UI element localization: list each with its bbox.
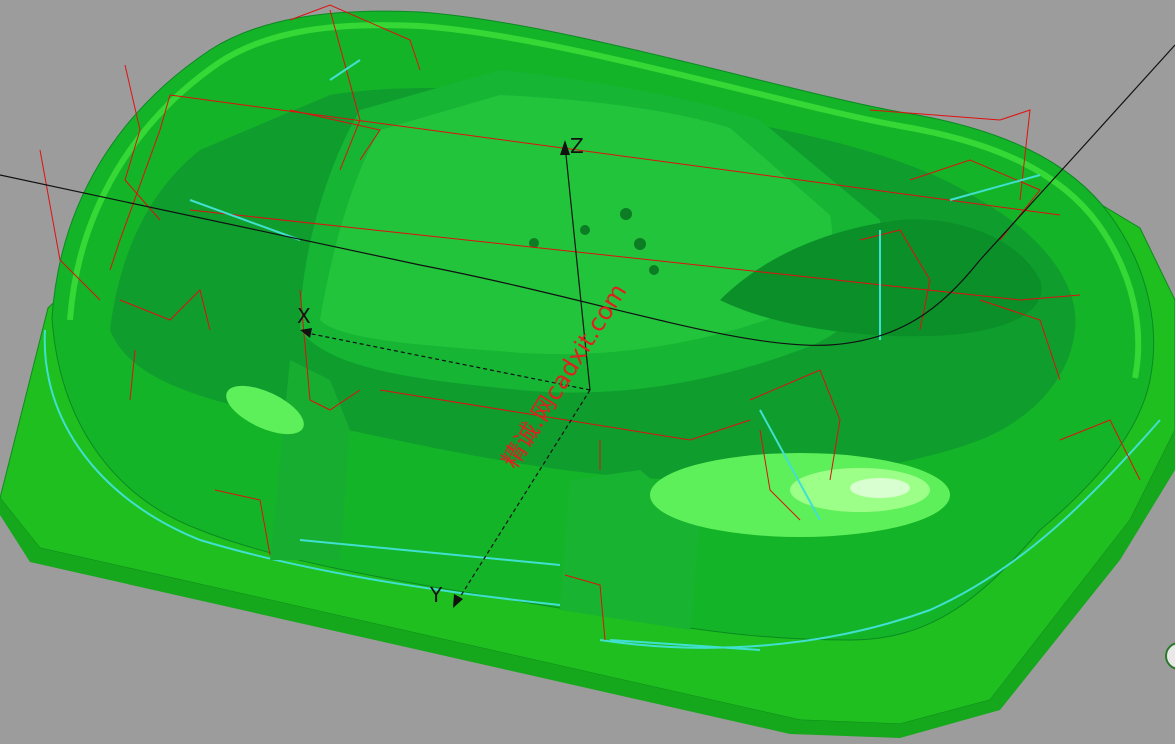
dimple [634, 238, 646, 250]
axis-x-label: X [297, 304, 311, 328]
axis-y-label: Y [429, 583, 443, 607]
dimple [649, 265, 659, 275]
axis-z-label: Z [570, 134, 584, 158]
cam-3d-viewport[interactable]: Z X Y 精诚.网cadxit.com [0, 0, 1175, 744]
dimple [620, 208, 632, 220]
model-scene[interactable]: Z X Y 精诚.网cadxit.com [0, 0, 1175, 744]
dimple [580, 225, 590, 235]
highlight-patch-right-core [850, 478, 910, 498]
